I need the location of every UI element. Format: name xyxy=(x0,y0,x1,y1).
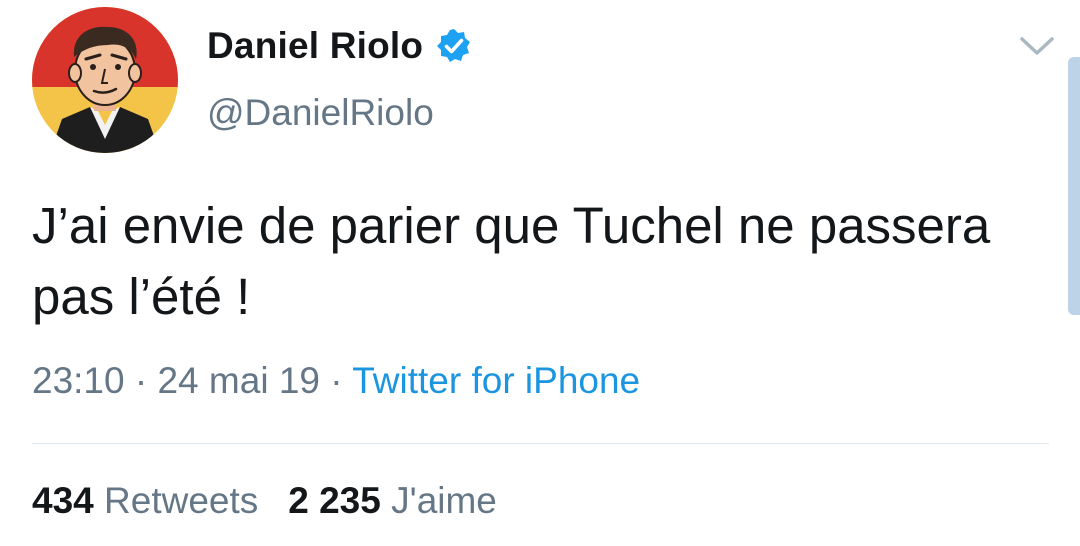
likes-stat[interactable]: 2 235 J'aime xyxy=(288,480,497,521)
chevron-down-icon[interactable] xyxy=(1018,33,1056,61)
tweet-meta: 23:10 · 24 mai 19 · Twitter for iPhone xyxy=(32,360,640,402)
meta-separator: · xyxy=(330,360,343,401)
tweet-date: 24 mai 19 xyxy=(157,360,320,401)
scrollbar[interactable] xyxy=(1068,57,1080,315)
verified-badge-icon xyxy=(435,27,473,65)
tweet-card: Daniel Riolo @DanielRiolo J’ai envie de … xyxy=(0,0,1080,546)
retweets-label: Retweets xyxy=(104,480,259,521)
tweet-source-link[interactable]: Twitter for iPhone xyxy=(352,360,640,401)
retweets-count: 434 xyxy=(32,480,94,521)
author-name-row[interactable]: Daniel Riolo xyxy=(207,20,473,72)
tweet-time: 23:10 xyxy=(32,360,125,401)
avatar[interactable] xyxy=(32,7,178,153)
retweets-stat[interactable]: 434 Retweets xyxy=(32,480,258,521)
author-name[interactable]: Daniel Riolo xyxy=(207,25,423,67)
likes-count: 2 235 xyxy=(288,480,381,521)
meta-separator: · xyxy=(134,360,148,401)
cartoon-portrait-avatar-icon xyxy=(32,7,178,153)
author-handle[interactable]: @DanielRiolo xyxy=(207,92,434,134)
tweet-stats: 434 Retweets 2 235 J'aime xyxy=(32,480,497,522)
divider xyxy=(32,443,1049,444)
likes-label: J'aime xyxy=(391,480,497,521)
tweet-text: J’ai envie de parier que Tuchel ne passe… xyxy=(32,197,991,325)
